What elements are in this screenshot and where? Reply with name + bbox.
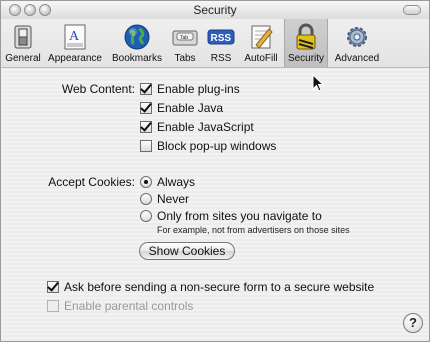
toolbar-advanced[interactable]: Advanced	[331, 19, 383, 67]
toolbar-label: RSS	[210, 53, 232, 64]
enable-javascript-checkbox[interactable]	[140, 121, 152, 133]
cookies-only-sites-radio-row[interactable]: Only from sites you navigate to	[140, 209, 322, 223]
ask-before-checkbox-row[interactable]: Ask before sending a non-secure form to …	[47, 280, 374, 294]
tabs-icon: Tab	[172, 30, 198, 46]
checkbox-label: Enable parental controls	[64, 299, 194, 313]
web-content-label: Web Content:	[61, 82, 135, 96]
toolbar-label: Appearance	[48, 53, 102, 64]
svg-text:Tab: Tab	[180, 35, 188, 41]
window-title: Security	[193, 3, 237, 17]
enable-java-checkbox[interactable]	[140, 102, 152, 114]
ask-before-secure-form-checkbox[interactable]	[47, 281, 59, 293]
enable-java-checkbox-row[interactable]: Enable Java	[140, 101, 223, 115]
toolbar-label: Bookmarks	[111, 53, 162, 64]
title-bar: Security	[1, 1, 429, 20]
globe-icon	[124, 24, 150, 50]
toolbar-label: Tabs	[174, 53, 196, 64]
radio-label: Only from sites you navigate to	[157, 209, 322, 223]
checkbox-label: Ask before sending a non-secure form to …	[64, 280, 375, 294]
rss-icon: RSS	[207, 29, 235, 45]
preferences-toolbar: General A Appearance Bookmarks Tab Tabs …	[1, 19, 429, 68]
accept-cookies-label: Accept Cookies:	[48, 175, 135, 189]
autofill-pencil-icon	[251, 25, 273, 49]
toolbar-label: Security	[287, 53, 325, 64]
toolbar-bookmarks[interactable]: Bookmarks	[107, 19, 167, 67]
toolbar-label: Advanced	[334, 53, 380, 64]
cookies-always-radio[interactable]	[140, 176, 152, 188]
parental-controls-checkbox-row: Enable parental controls	[47, 299, 193, 313]
enable-plugins-checkbox-row[interactable]: Enable plug-ins	[140, 82, 240, 96]
toolbar-autofill[interactable]: AutoFill	[241, 19, 281, 67]
toolbar-rss[interactable]: RSS RSS	[204, 19, 238, 67]
radio-label: Always	[157, 175, 196, 189]
toolbar-tabs[interactable]: Tab Tabs	[169, 19, 201, 67]
svg-text:RSS: RSS	[211, 33, 232, 44]
toolbar-toggle-button[interactable]	[403, 5, 421, 15]
cookies-hint-text: For example, not from advertisers on tho…	[157, 225, 350, 235]
cookies-never-radio[interactable]	[140, 193, 152, 205]
cookies-never-radio-row[interactable]: Never	[140, 192, 189, 206]
general-switch-icon	[14, 25, 32, 49]
security-preferences-window: Security General A Appearance Bookmarks …	[0, 0, 430, 342]
radio-label: Never	[157, 192, 190, 206]
lock-icon	[296, 23, 316, 50]
help-button[interactable]: ?	[403, 313, 423, 333]
block-popups-checkbox[interactable]	[140, 140, 152, 152]
toolbar-security[interactable]: Security	[284, 19, 328, 67]
show-cookies-button[interactable]: Show Cookies	[139, 242, 235, 260]
toolbar-appearance[interactable]: A Appearance	[45, 19, 105, 67]
block-popups-checkbox-row[interactable]: Block pop-up windows	[140, 139, 276, 153]
svg-text:A: A	[69, 29, 80, 44]
toolbar-general[interactable]: General	[3, 19, 43, 67]
checkbox-label: Enable plug-ins	[157, 82, 240, 96]
toolbar-label: AutoFill	[244, 53, 278, 64]
mouse-cursor-icon	[312, 74, 324, 92]
checkbox-label: Block pop-up windows	[157, 139, 277, 153]
checkbox-label: Enable JavaScript	[157, 120, 254, 134]
enable-javascript-checkbox-row[interactable]: Enable JavaScript	[140, 120, 254, 134]
gear-icon	[347, 27, 367, 47]
parental-controls-checkbox	[47, 300, 59, 312]
cookies-only-sites-radio[interactable]	[140, 210, 152, 222]
cookies-always-radio-row[interactable]: Always	[140, 175, 195, 189]
checkbox-label: Enable Java	[157, 101, 224, 115]
toolbar-label: General	[5, 53, 41, 64]
enable-plugins-checkbox[interactable]	[140, 83, 152, 95]
appearance-icon: A	[64, 24, 86, 50]
